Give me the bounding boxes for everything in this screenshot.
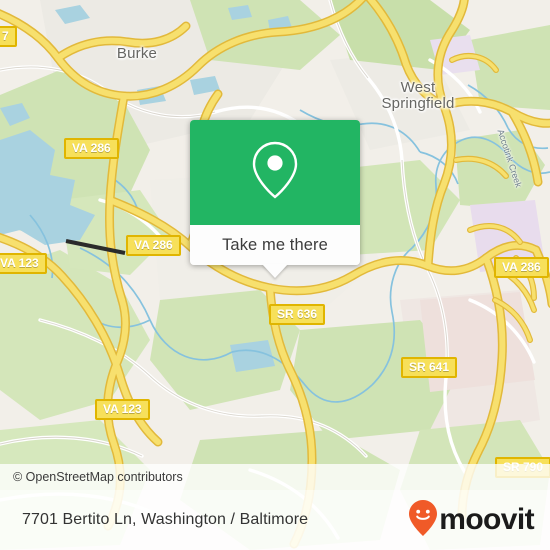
card-pointer-tail xyxy=(262,264,288,278)
address-label: 7701 Bertito Ln, Washington / Baltimore xyxy=(22,511,309,528)
shield-sr-636[interactable]: SR 636 xyxy=(269,304,326,325)
moovit-wordmark: moovit xyxy=(439,503,534,536)
moovit-brand[interactable]: moovit xyxy=(408,499,550,542)
card-action-area[interactable]: Take me there xyxy=(190,225,360,278)
footer-bar: 7701 Bertito Ln, Washington / Baltimore … xyxy=(0,490,550,550)
take-me-there-label: Take me there xyxy=(222,235,328,254)
shield-va-286-right[interactable]: VA 286 xyxy=(494,257,549,278)
shield-va-286-center-left[interactable]: VA 286 xyxy=(126,235,181,256)
map-screenshot: Burke West Springfield Accotink Creek 7 … xyxy=(0,0,550,550)
shield-va-286-upper-left[interactable]: VA 286 xyxy=(64,138,119,159)
shield-va-123-bottom-left[interactable]: VA 123 xyxy=(95,399,150,420)
card-pin-area xyxy=(190,120,360,225)
osm-attribution-bar: © OpenStreetMap contributors xyxy=(0,464,550,490)
location-pin-icon xyxy=(249,139,301,206)
take-me-there-card[interactable]: Take me there xyxy=(190,120,360,278)
shield-route-7-partial[interactable]: 7 xyxy=(0,26,17,47)
shield-va-123-left[interactable]: VA 123 xyxy=(0,253,47,274)
shield-sr-641[interactable]: SR 641 xyxy=(401,357,458,378)
osm-attribution-text[interactable]: © OpenStreetMap contributors xyxy=(0,470,183,484)
moovit-smiley-pin-icon xyxy=(408,499,438,542)
